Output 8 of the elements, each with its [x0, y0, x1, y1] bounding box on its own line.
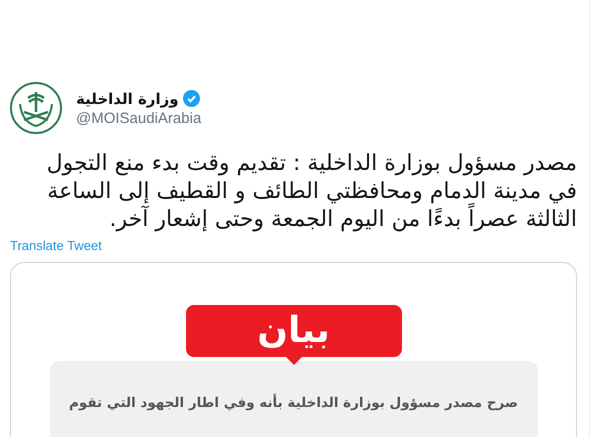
account-name[interactable]: وزارة الداخلية: [76, 90, 179, 108]
statement-label: بيان: [186, 305, 402, 357]
pointer-icon: [286, 357, 302, 365]
tweet-text: مصدر مسؤول بوزارة الداخلية : تقديم وقت بدء منع التجول في مدينة الدمام ومحافظتي الطائف و القطيف إلى الساعة الثالثة عصراً بدءًا من اليوم الجمعة وحتى إشعار آخر.: [46, 150, 577, 234]
emblem-avatar[interactable]: [10, 82, 62, 134]
statement-text: صرح مصدر مسؤول بوزارة الداخلية بأنه وفي اطار الجهود التي تقوم: [68, 395, 518, 413]
media-card[interactable]: بيان صرح مصدر مسؤول بوزارة الداخلية بأنه وفي اطار الجهود التي تقوم: [10, 262, 577, 437]
account-handle[interactable]: @MOISaudiArabia: [76, 110, 202, 126]
